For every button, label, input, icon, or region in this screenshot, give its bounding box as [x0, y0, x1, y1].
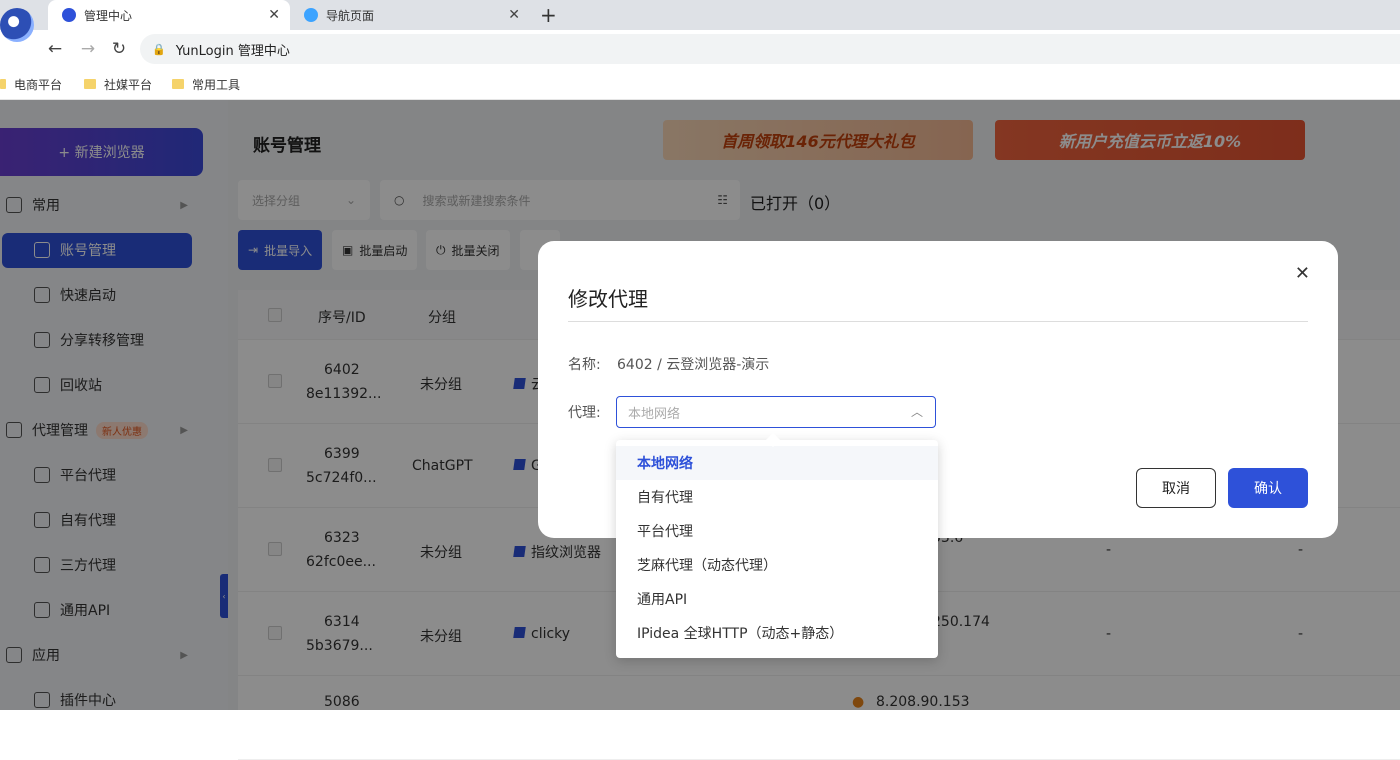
close-icon[interactable]: ✕: [268, 7, 280, 23]
dialog-divider: [568, 321, 1308, 322]
lock-icon: 🔒: [152, 42, 166, 56]
browser-tab-strip: 管理中心 ✕ 导航页面 ✕ +: [0, 0, 1400, 30]
bookmark-ecommerce[interactable]: 电商平台: [0, 74, 62, 94]
bookmark-label: 电商平台: [14, 77, 63, 92]
address-bar[interactable]: 🔒 YunLogin 管理中心: [140, 34, 1400, 64]
dropdown-option-zhima-proxy[interactable]: 芝麻代理（动态代理）: [616, 548, 938, 582]
back-arrow-icon[interactable]: ←: [44, 38, 66, 60]
proxy-select-value: 本地网络: [628, 406, 681, 422]
name-label: 名称:: [568, 357, 601, 373]
confirm-button[interactable]: 确认: [1228, 468, 1308, 508]
close-icon[interactable]: ✕: [1295, 263, 1310, 284]
profile-avatar[interactable]: [0, 8, 34, 42]
dropdown-option-general-api[interactable]: 通用API: [616, 582, 938, 616]
dropdown-option-local-network[interactable]: 本地网络: [616, 446, 938, 480]
chevron-up-icon: ︿: [910, 405, 923, 419]
folder-icon: [0, 79, 6, 89]
bookmark-social[interactable]: 社媒平台: [84, 74, 152, 94]
bookmark-label: 常用工具: [192, 77, 241, 92]
tab-management-center[interactable]: 管理中心 ✕: [48, 0, 290, 30]
dialog-title: 修改代理: [568, 287, 648, 311]
bookmark-label: 社媒平台: [104, 77, 153, 92]
name-value: 6402 / 云登浏览器-演示: [617, 357, 770, 373]
yunlogin-favicon-icon: [62, 8, 76, 22]
folder-icon: [172, 79, 184, 89]
address-text: YunLogin 管理中心: [175, 43, 290, 59]
proxy-label: 代理:: [568, 405, 601, 421]
tab-label: 导航页面: [326, 8, 375, 23]
dropdown-option-platform-proxy[interactable]: 平台代理: [616, 514, 938, 548]
address-bar-row: ← → ↻ 🔒 YunLogin 管理中心: [0, 30, 1400, 68]
cancel-button[interactable]: 取消: [1136, 468, 1216, 508]
proxy-dropdown-menu: 本地网络 自有代理 平台代理 芝麻代理（动态代理） 通用API IPidea 全…: [616, 432, 938, 658]
close-icon[interactable]: ✕: [508, 7, 520, 23]
new-tab-button[interactable]: +: [540, 0, 564, 30]
proxy-select[interactable]: 本地网络 ︿: [616, 396, 936, 428]
tab-navigation-page[interactable]: 导航页面 ✕: [290, 0, 530, 30]
folder-icon: [84, 79, 96, 89]
tab-label: 管理中心: [84, 8, 133, 23]
dropdown-option-ipidea[interactable]: IPidea 全球HTTP（动态+静态）: [616, 616, 938, 650]
reload-icon[interactable]: ↻: [108, 38, 130, 60]
dropdown-option-own-proxy[interactable]: 自有代理: [616, 480, 938, 514]
bookmarks-bar: 电商平台 社媒平台 常用工具: [0, 68, 1400, 100]
globe-favicon-icon: [304, 8, 318, 22]
bookmark-tools[interactable]: 常用工具: [172, 74, 240, 94]
forward-arrow-icon[interactable]: →: [77, 38, 99, 60]
